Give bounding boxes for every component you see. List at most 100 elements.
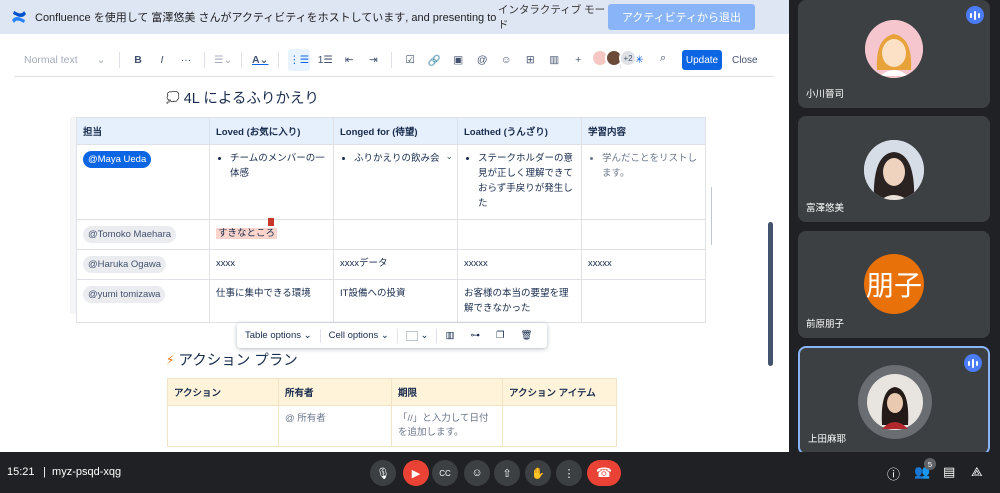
activities-icon[interactable]: ⟁ bbox=[971, 464, 983, 480]
user-mention[interactable]: @yumi tomizawa bbox=[83, 286, 166, 303]
learned-cell[interactable]: 学んだことをリストします。 bbox=[581, 144, 706, 220]
trash-icon[interactable]: 🗑 bbox=[512, 323, 540, 348]
raise-hand-icon[interactable]: ✋ bbox=[525, 460, 551, 486]
info-icon[interactable]: ⓘ bbox=[887, 464, 900, 483]
avatar-more-count[interactable]: +2 bbox=[619, 49, 637, 67]
mention-icon[interactable]: @ bbox=[473, 49, 491, 71]
placeholder-text[interactable]: 学んだことをリストします。 bbox=[602, 151, 699, 181]
captions-icon[interactable]: CC bbox=[432, 460, 458, 486]
table-header-row: 担当 Loved (お気に入り) Longed for (待望) Loathed… bbox=[76, 117, 706, 145]
emoji-icon[interactable]: ☺ bbox=[497, 49, 515, 71]
loathed-cell[interactable]: ステークホルダーの意見が正しく理解できておらず手戻りが発生した bbox=[457, 144, 582, 220]
task-checkbox-icon[interactable]: ☑ bbox=[401, 49, 419, 71]
owner-cell[interactable]: @yumi tomizawa bbox=[76, 279, 210, 323]
more-options-icon[interactable]: ⋮ bbox=[556, 460, 582, 486]
chat-icon[interactable]: ▤ bbox=[943, 464, 955, 480]
speaking-indicator-icon bbox=[966, 6, 984, 24]
chart-icon[interactable]: ▥ bbox=[437, 323, 462, 348]
layout-icon[interactable]: ▥ bbox=[545, 49, 563, 71]
chevron-down-icon[interactable]: ⌄ bbox=[92, 49, 110, 71]
cell-options-button[interactable]: Cell options ⌄ bbox=[321, 323, 397, 348]
color-swatch-icon bbox=[405, 330, 418, 341]
search-icon[interactable]: ⌕ bbox=[660, 52, 666, 65]
text-color-icon[interactable]: A⌄ bbox=[251, 49, 269, 71]
column-header[interactable]: 担当 bbox=[76, 117, 210, 145]
column-header[interactable]: 学習内容 bbox=[581, 117, 706, 145]
column-header[interactable]: Loathed (うんざり) bbox=[457, 117, 582, 145]
emoji-reaction-icon[interactable]: ☺ bbox=[464, 460, 490, 486]
longed-cell[interactable]: xxxxデータ bbox=[333, 249, 458, 280]
numbered-list-icon[interactable]: 1☰ bbox=[316, 49, 334, 71]
participant-avatar bbox=[858, 365, 932, 439]
loathed-cell[interactable] bbox=[457, 219, 582, 250]
item-cell[interactable] bbox=[502, 405, 617, 447]
list-item[interactable]: チームのメンバーの一体感 bbox=[230, 151, 327, 181]
longed-cell[interactable]: IT設備への投資 bbox=[333, 279, 458, 323]
microphone-icon[interactable]: 🎙 bbox=[370, 460, 396, 486]
italic-icon[interactable]: I bbox=[153, 49, 171, 71]
person-photo-icon bbox=[858, 365, 932, 439]
action-cell[interactable] bbox=[167, 405, 279, 447]
column-header[interactable]: Longed for (待望) bbox=[333, 117, 458, 145]
link-icon[interactable]: 🔗 bbox=[425, 49, 443, 71]
bold-icon[interactable]: B bbox=[129, 49, 147, 71]
column-header[interactable]: アクション アイテム bbox=[502, 378, 617, 406]
copy-icon[interactable]: ❐ bbox=[488, 323, 513, 348]
cell-color-dropdown[interactable]: ⌄ bbox=[398, 323, 437, 348]
bullet-list-icon[interactable]: ⋮☰ bbox=[288, 49, 311, 71]
camera-off-icon[interactable]: ▶ bbox=[403, 460, 429, 486]
exit-activity-button[interactable]: アクティビティから退出 bbox=[607, 4, 755, 30]
participant-count-badge: 5 bbox=[924, 458, 936, 470]
more-formatting-button[interactable]: ··· bbox=[177, 49, 195, 71]
owner-cell[interactable]: @ 所有者 bbox=[278, 405, 392, 447]
column-header[interactable]: Loved (お気に入り) bbox=[209, 117, 334, 145]
column-header[interactable]: アクション bbox=[167, 378, 279, 406]
longed-cell[interactable]: ふりかえりの飲み会⌄ bbox=[333, 144, 458, 220]
learned-cell[interactable]: xxxxx bbox=[581, 249, 706, 280]
collaborator-avatars[interactable]: +2 bbox=[591, 49, 637, 67]
divider bbox=[14, 76, 774, 77]
chevron-down-icon[interactable]: ⌄ bbox=[445, 149, 453, 164]
interactive-mode-label: インタラクティブ モード bbox=[497, 4, 606, 31]
table-options-button[interactable]: Table options ⌄ bbox=[237, 323, 320, 348]
longed-cell[interactable] bbox=[333, 219, 458, 250]
owner-cell[interactable]: @Maya Ueda bbox=[76, 144, 210, 220]
loved-cell[interactable]: 仕事に集中できる環境 bbox=[209, 279, 334, 323]
image-icon[interactable]: ▣ bbox=[449, 49, 467, 71]
thought-bubble-icon: 💭 bbox=[166, 92, 180, 104]
user-mention[interactable]: @Maya Ueda bbox=[83, 151, 152, 168]
align-icon[interactable]: ☰⌄ bbox=[214, 49, 232, 71]
outdent-icon[interactable]: ⇤ bbox=[340, 49, 358, 71]
lightning-icon: ⚡ bbox=[166, 352, 175, 367]
due-cell[interactable]: 「//」と入力して日付を追加します。 bbox=[391, 405, 503, 447]
owner-cell[interactable]: @Tomoko Maehara bbox=[76, 219, 210, 250]
end-call-button[interactable]: ☎ bbox=[587, 460, 621, 486]
loved-cell[interactable]: xxxx bbox=[209, 249, 334, 280]
insert-plus-button[interactable]: + bbox=[569, 49, 587, 71]
learned-cell[interactable] bbox=[581, 219, 706, 250]
close-button[interactable]: Close bbox=[732, 50, 758, 70]
user-mention[interactable]: @Tomoko Maehara bbox=[83, 226, 177, 243]
list-item[interactable]: ステークホルダーの意見が正しく理解できておらず手戻りが発生した bbox=[478, 151, 575, 211]
loathed-cell[interactable]: xxxxx bbox=[457, 249, 582, 280]
divider bbox=[241, 52, 243, 68]
hierarchy-icon[interactable]: ⊶ bbox=[462, 323, 488, 348]
page-scrollbar[interactable] bbox=[768, 222, 773, 366]
loved-cell[interactable]: すきなところ bbox=[209, 218, 334, 250]
owner-cell[interactable]: @Haruka Ogawa bbox=[76, 249, 210, 280]
present-screen-icon[interactable]: ⇧ bbox=[494, 460, 520, 486]
column-header[interactable]: 期限 bbox=[391, 378, 503, 406]
highlighted-text[interactable]: すきなところ bbox=[216, 228, 278, 239]
update-button[interactable]: Update bbox=[682, 50, 722, 70]
table-icon[interactable]: ⊞ bbox=[521, 49, 539, 71]
loathed-cell[interactable]: お客様の本当の要望を理解できなかった bbox=[457, 279, 582, 323]
user-mention[interactable]: @Haruka Ogawa bbox=[83, 256, 167, 273]
loved-cell[interactable]: チームのメンバーの一体感 bbox=[209, 144, 334, 220]
indent-icon[interactable]: ⇥ bbox=[364, 49, 382, 71]
learned-cell[interactable] bbox=[581, 279, 706, 323]
section-heading-action-plan: ⚡ アクション プラン bbox=[166, 349, 298, 370]
column-header[interactable]: 所有者 bbox=[278, 378, 392, 406]
table-scrollbar[interactable] bbox=[711, 187, 712, 245]
list-item[interactable]: ふりかえりの飲み会 bbox=[354, 151, 451, 166]
text-style-dropdown[interactable]: Normal text bbox=[24, 49, 86, 71]
